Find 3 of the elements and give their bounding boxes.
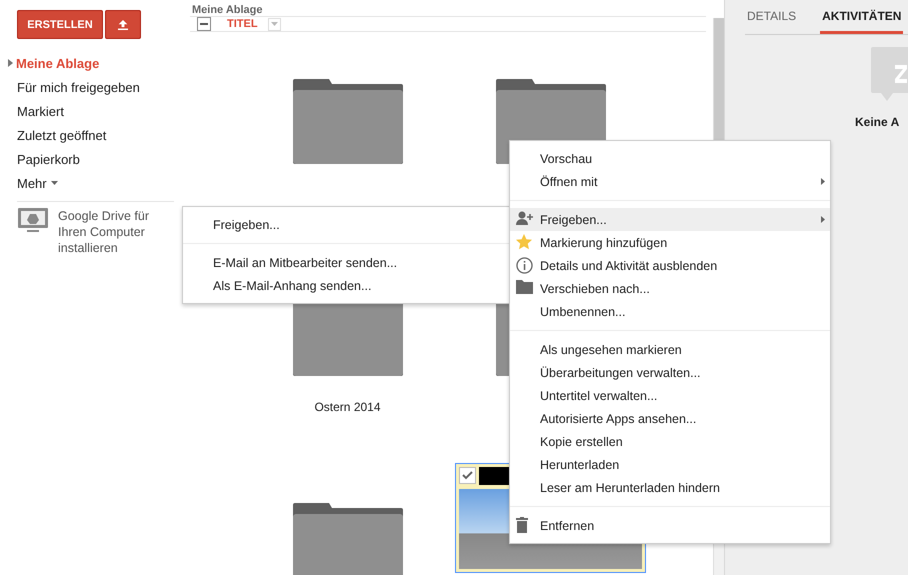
breadcrumb: Meine Ablage (191, 3, 264, 16)
folder-name: Ostern 2014 (314, 400, 381, 414)
empty-message: Keine A (855, 115, 900, 129)
